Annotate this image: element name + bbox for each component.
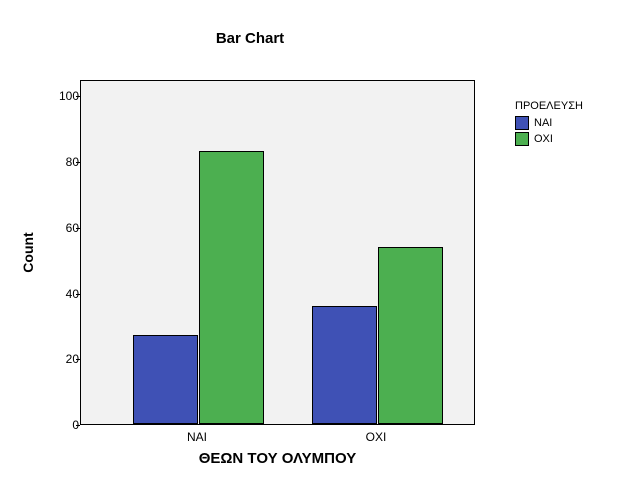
y-tick-label: 20 bbox=[39, 352, 79, 366]
y-axis-label: Count bbox=[20, 80, 36, 425]
bar-series1-cat1 bbox=[378, 247, 443, 424]
x-axis-label: ΘΕΩΝ ΤΟΥ ΟΛΥΜΠΟΥ bbox=[80, 450, 475, 467]
y-tick-label: 60 bbox=[39, 221, 79, 235]
legend-item: ΝΑΙ bbox=[515, 116, 583, 130]
legend: ΠΡΟΕΛΕΥΣΗ ΝΑΙ ΟΧΙ bbox=[515, 100, 583, 148]
chart-title: Bar Chart bbox=[0, 30, 500, 47]
legend-title: ΠΡΟΕΛΕΥΣΗ bbox=[515, 100, 583, 112]
legend-label: ΟΧΙ bbox=[534, 133, 553, 145]
bar-chart: Bar Chart Count 0 20 40 60 80 100 ΝΑΙ ΟΧ… bbox=[0, 0, 627, 502]
bar-series0-cat1 bbox=[312, 306, 377, 424]
x-tick-label: ΟΧΙ bbox=[366, 430, 387, 444]
legend-label: ΝΑΙ bbox=[534, 117, 552, 129]
plot-area bbox=[80, 80, 475, 425]
x-tick-label: ΝΑΙ bbox=[187, 430, 207, 444]
y-tick-label: 40 bbox=[39, 287, 79, 301]
legend-swatch-icon bbox=[515, 116, 529, 130]
y-tick-label: 80 bbox=[39, 155, 79, 169]
y-tick-mark bbox=[76, 425, 80, 426]
y-tick-label: 0 bbox=[39, 418, 79, 432]
bar-series1-cat0 bbox=[199, 151, 264, 424]
y-tick-label: 100 bbox=[39, 89, 79, 103]
legend-item: ΟΧΙ bbox=[515, 132, 583, 146]
bar-series0-cat0 bbox=[133, 335, 198, 424]
legend-swatch-icon bbox=[515, 132, 529, 146]
